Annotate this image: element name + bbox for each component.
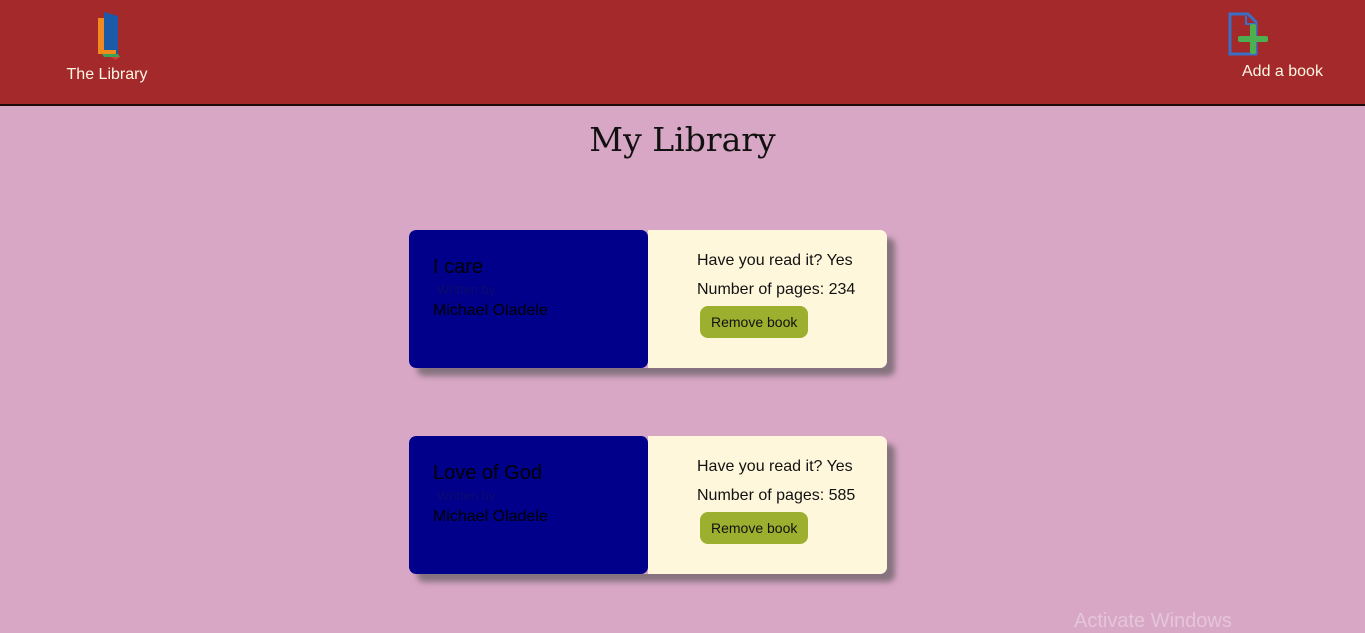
book-card-details: Have you read it? Yes Number of pages: 2…	[648, 230, 887, 368]
book-title: I care	[433, 256, 484, 278]
remove-book-button[interactable]: Remove book	[700, 306, 809, 338]
top-navbar: The Library Add a book	[0, 0, 1365, 106]
book-card-info: I care Written by: Michael Oladele	[409, 230, 648, 368]
read-status: Have you read it? Yes	[697, 252, 853, 269]
book-author: Michael Oladele	[433, 302, 548, 319]
read-status: Have you read it? Yes	[697, 458, 853, 475]
book-card: I care Written by: Michael Oladele Have …	[409, 230, 887, 368]
book-card-details: Have you read it? Yes Number of pages: 5…	[648, 436, 887, 574]
activate-windows-watermark: Activate Windows	[1074, 610, 1232, 632]
page-count: Number of pages: 234	[697, 281, 856, 298]
remove-book-button[interactable]: Remove book	[700, 512, 809, 544]
written-by-label: Written by:	[437, 282, 499, 297]
page-count: Number of pages: 585	[697, 487, 856, 504]
add-book-label: Add a book	[1242, 63, 1323, 80]
book-card-info: Love of God Written by: Michael Oladele	[409, 436, 648, 574]
book-title: Love of God	[433, 462, 542, 484]
page-title: My Library	[589, 120, 776, 159]
book-author: Michael Oladele	[433, 508, 548, 525]
library-logo-icon	[98, 12, 120, 60]
brand-link[interactable]: The Library	[60, 10, 154, 84]
book-card: Love of God Written by: Michael Oladele …	[409, 436, 887, 574]
add-book-icon	[1228, 12, 1268, 56]
written-by-label: Written by:	[437, 488, 499, 503]
brand-label: The Library	[66, 66, 148, 83]
